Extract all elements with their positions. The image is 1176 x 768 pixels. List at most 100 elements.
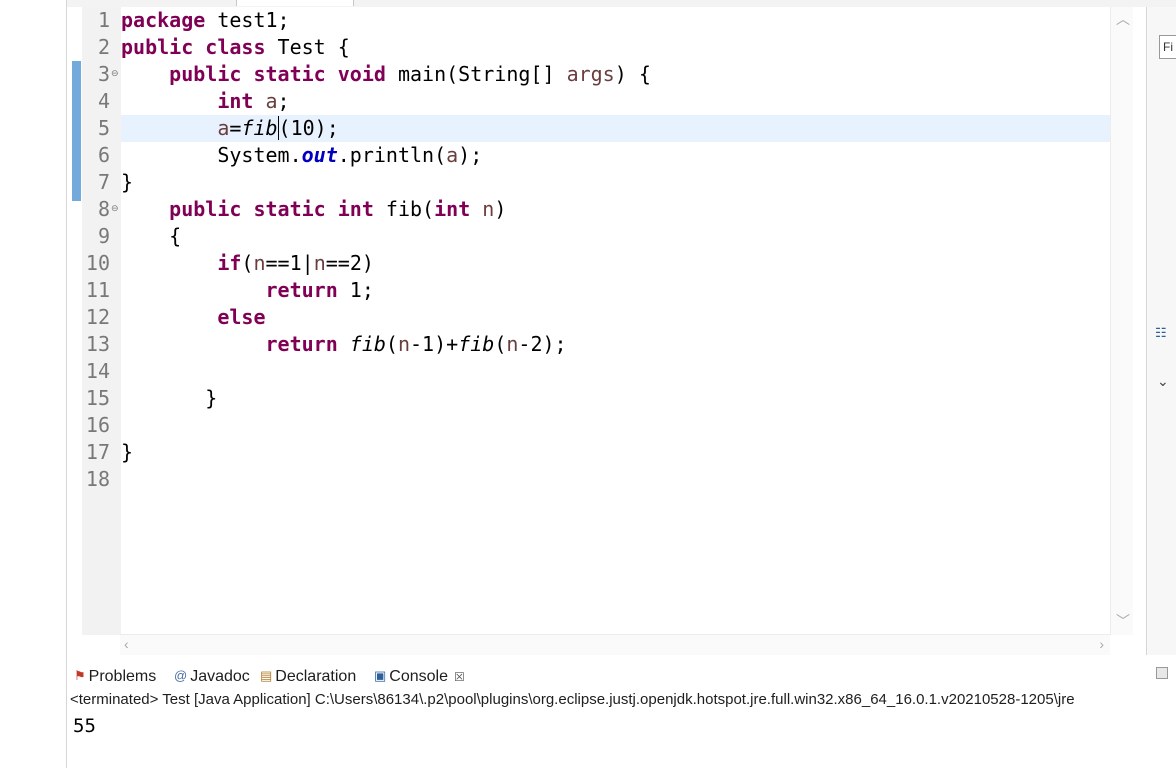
keyword: int xyxy=(337,197,374,221)
variable: a xyxy=(446,143,459,167)
right-side-panel: Fi ☷ ⌄ xyxy=(1146,7,1176,655)
code-text: ( xyxy=(241,251,254,275)
code-text: ( xyxy=(385,332,398,356)
tab-label: Problems xyxy=(88,668,157,685)
left-side-panel xyxy=(0,0,66,768)
javadoc-icon: @ xyxy=(174,668,188,683)
code-text: main(String[] xyxy=(385,62,567,86)
code-line-4: int a; xyxy=(121,88,289,115)
editor-tab-test-java[interactable] xyxy=(236,0,354,6)
scroll-up-icon[interactable]: ︿ xyxy=(1116,9,1130,29)
code-text: 10); xyxy=(290,116,339,140)
keyword: if xyxy=(217,251,242,275)
code-text: } xyxy=(121,386,218,410)
line-number: 13 xyxy=(85,332,110,356)
minimize-button[interactable] xyxy=(1156,667,1168,679)
tab-javadoc[interactable]: @ Javadoc xyxy=(174,663,250,689)
scroll-right-icon[interactable]: › xyxy=(1099,636,1104,652)
line-number: 15 xyxy=(85,386,110,410)
code-text: -2); xyxy=(518,332,567,356)
code-text: test1; xyxy=(205,8,290,32)
fold-collapse-icon[interactable]: ⊖ xyxy=(111,70,120,79)
code-text: } xyxy=(121,170,134,194)
keyword: static xyxy=(253,62,326,86)
outline-icon[interactable]: ☷ xyxy=(1155,325,1167,340)
code-text: ==1| xyxy=(265,251,314,275)
code-line-5: a=fib(10); xyxy=(121,115,339,142)
method-call: fib xyxy=(458,332,495,356)
tab-problems[interactable]: ⚑ Problems xyxy=(74,663,156,689)
console-output[interactable]: 55 xyxy=(73,713,1173,739)
line-number: 2 xyxy=(97,35,110,59)
line-number: 7 xyxy=(97,170,110,194)
line-number: 12 xyxy=(85,305,110,329)
fold-collapse-icon[interactable]: ⊖ xyxy=(111,205,120,214)
line-number: 14 xyxy=(85,359,110,383)
code-line-11: return 1; xyxy=(121,277,374,304)
code-text: ) { xyxy=(614,62,651,86)
text-caret: ( xyxy=(277,116,291,140)
keyword: public xyxy=(169,62,242,86)
code-line-7: } xyxy=(121,169,133,196)
find-input[interactable]: Fi xyxy=(1159,35,1176,59)
code-text: fib( xyxy=(373,197,435,221)
code-text: ); xyxy=(458,143,483,167)
console-process-label: <terminated> Test [Java Application] C:\… xyxy=(70,691,1075,708)
code-line-1: package test1; xyxy=(121,7,290,34)
method-call: fib xyxy=(241,116,278,140)
keyword: public xyxy=(121,35,194,59)
code-line-3: public static void main(String[] args) { xyxy=(121,61,651,88)
code-text: 1; xyxy=(337,278,374,302)
line-number: 1 xyxy=(97,8,110,32)
problems-icon: ⚑ xyxy=(74,668,86,683)
keyword: else xyxy=(217,305,266,329)
code-line-15: } xyxy=(121,385,217,412)
code-editor[interactable]: 1 2 3 4 5 6 7 8 9 10 11 12 13 14 15 16 1… xyxy=(70,7,1110,635)
overview-ruler-left xyxy=(70,7,82,635)
keyword: int xyxy=(217,89,254,113)
code-line-9: { xyxy=(121,223,181,250)
left-panel-divider[interactable] xyxy=(66,0,67,768)
editor-horizontal-scrollbar[interactable]: ‹ › xyxy=(120,634,1110,655)
line-number: 3 xyxy=(97,62,110,86)
keyword: return xyxy=(265,332,338,356)
variable: n xyxy=(482,197,495,221)
line-number: 17 xyxy=(85,440,110,464)
code-line-10: if(n==1|n==2) xyxy=(121,250,374,277)
line-number: 9 xyxy=(97,224,110,248)
console-icon: ▣ xyxy=(374,668,387,683)
scroll-down-icon[interactable]: ﹀ xyxy=(1116,611,1130,631)
keyword: static xyxy=(253,197,326,221)
tab-console[interactable]: ▣ Console ☒ xyxy=(374,663,465,689)
method-call: fib xyxy=(349,332,386,356)
scroll-left-icon[interactable]: ‹ xyxy=(124,636,129,652)
tab-declaration[interactable]: ▤ Declaration xyxy=(260,663,356,689)
variable: a xyxy=(265,89,278,113)
line-number: 5 xyxy=(97,116,110,140)
code-line-6: System.out.println(a); xyxy=(121,142,482,169)
keyword: package xyxy=(121,8,206,32)
close-icon[interactable]: ☒ xyxy=(454,670,465,684)
code-text: = xyxy=(229,116,242,140)
code-line-12: else xyxy=(121,304,266,331)
code-text-area[interactable]: package test1; public class Test { publi… xyxy=(121,7,1110,635)
code-text: ==2) xyxy=(325,251,374,275)
editor-vertical-scrollbar[interactable]: ︿ ﹀ xyxy=(1110,7,1133,635)
variable: n xyxy=(397,332,411,356)
code-text: ) xyxy=(494,197,507,221)
chevron-down-icon[interactable]: ⌄ xyxy=(1157,373,1169,390)
